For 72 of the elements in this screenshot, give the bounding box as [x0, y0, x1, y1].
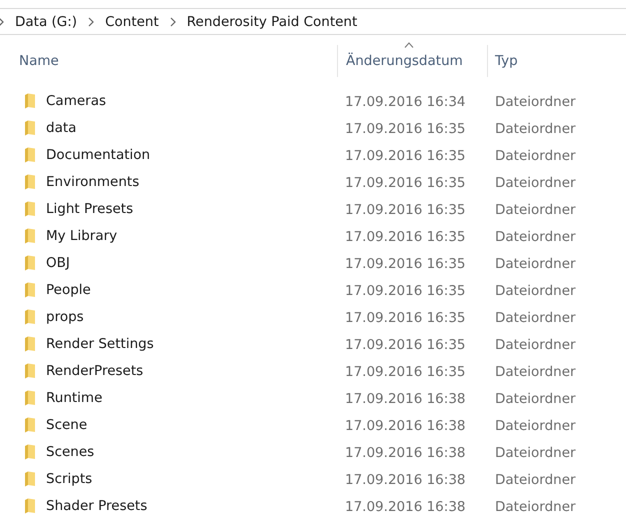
folder-name[interactable]: Documentation — [46, 146, 150, 162]
type-cell-text: Dateiordner — [494, 310, 576, 326]
date-cell-text: 17.09.2016 16:35 — [344, 229, 466, 245]
breadcrumb-item[interactable]: Data (G:) — [13, 14, 80, 30]
folder-icon — [24, 228, 36, 244]
folder-name[interactable]: props — [46, 308, 84, 324]
type-cell-text: Dateiordner — [494, 445, 576, 461]
type-cell-text: Dateiordner — [494, 229, 576, 245]
folder-icon — [24, 200, 36, 216]
date-cell-text: 17.09.2016 16:35 — [344, 364, 466, 380]
breadcrumb-item[interactable]: Renderosity Paid Content — [184, 14, 360, 30]
folder-icon — [24, 416, 36, 432]
type-cell-text: Dateiordner — [494, 418, 576, 434]
folder-icon — [24, 362, 36, 378]
type-cell-text: Dateiordner — [494, 148, 576, 164]
date-cell-text: 17.09.2016 16:35 — [344, 256, 466, 272]
type-cell-text: Dateiordner — [494, 283, 576, 299]
chevron-icon — [168, 16, 177, 26]
date-cell-text: 17.09.2016 16:35 — [344, 310, 466, 326]
date-cell-text: 17.09.2016 16:38 — [344, 499, 466, 515]
type-cell-text: Dateiordner — [494, 391, 576, 407]
folder-icon — [24, 498, 36, 514]
type-cell-text: Dateiordner — [494, 175, 576, 191]
date-cell-text: 17.09.2016 16:38 — [344, 472, 466, 488]
folder-icon — [24, 146, 36, 162]
folder-name[interactable]: Cameras — [46, 92, 106, 108]
folder-icon — [24, 92, 36, 108]
date-cell-text: 17.09.2016 16:38 — [344, 445, 466, 461]
column-header[interactable]: Name — [19, 53, 59, 69]
type-cell-text: Dateiordner — [494, 499, 576, 515]
folder-icon — [24, 470, 36, 486]
date-cell-text: 17.09.2016 16:38 — [344, 391, 466, 407]
folder-name[interactable]: People — [46, 282, 91, 298]
date-cell-text: 17.09.2016 16:35 — [344, 337, 466, 353]
folder-name[interactable]: Scenes — [46, 444, 94, 460]
folder-icon — [24, 120, 36, 136]
folder-name[interactable]: RenderPresets — [46, 362, 144, 378]
column-header[interactable]: Änderungsdatum — [346, 53, 463, 69]
folder-icon — [24, 254, 36, 270]
type-cell-text: Dateiordner — [494, 364, 576, 380]
folder-name[interactable]: OBJ — [46, 254, 70, 270]
date-cell-text: 17.09.2016 16:35 — [344, 283, 466, 299]
type-cell-text: Dateiordner — [494, 202, 576, 218]
date-cell-text: 17.09.2016 16:35 — [344, 175, 466, 191]
folder-name[interactable]: My Library — [46, 228, 118, 244]
folder-icon — [24, 174, 36, 190]
date-cell-text: 17.09.2016 16:38 — [344, 418, 466, 434]
breadcrumb-item[interactable]: Content — [103, 14, 161, 30]
type-cell-text: Dateiordner — [494, 472, 576, 488]
type-cell-text: Dateiordner — [494, 121, 576, 137]
type-cell-text: Dateiordner — [494, 256, 576, 272]
folder-icon — [24, 444, 36, 460]
folder-name[interactable]: Light Presets — [46, 200, 134, 216]
date-cell-text: 17.09.2016 16:35 — [344, 148, 466, 164]
date-cell-text: 17.09.2016 16:34 — [344, 94, 466, 110]
column-header[interactable]: Typ — [495, 53, 518, 69]
type-cell-text: Dateiordner — [494, 337, 576, 353]
date-cell-text: 17.09.2016 16:35 — [344, 202, 466, 218]
folder-icon — [24, 390, 36, 406]
folder-name[interactable]: Environments — [46, 174, 140, 190]
folder-icon — [24, 336, 36, 352]
folder-name[interactable]: Render Settings — [46, 336, 154, 352]
folder-icon — [24, 282, 36, 298]
folder-name[interactable]: Scene — [46, 416, 88, 432]
date-cell-text: 17.09.2016 16:35 — [344, 121, 466, 137]
folder-name[interactable]: Scripts — [46, 470, 92, 486]
folder-name[interactable]: data — [46, 120, 76, 136]
type-cell-text: Dateiordner — [494, 94, 576, 110]
folder-name[interactable]: Shader Presets — [46, 498, 148, 514]
folder-name[interactable]: Runtime — [46, 390, 102, 406]
chevron-icon — [87, 16, 96, 26]
folder-icon — [24, 308, 36, 324]
